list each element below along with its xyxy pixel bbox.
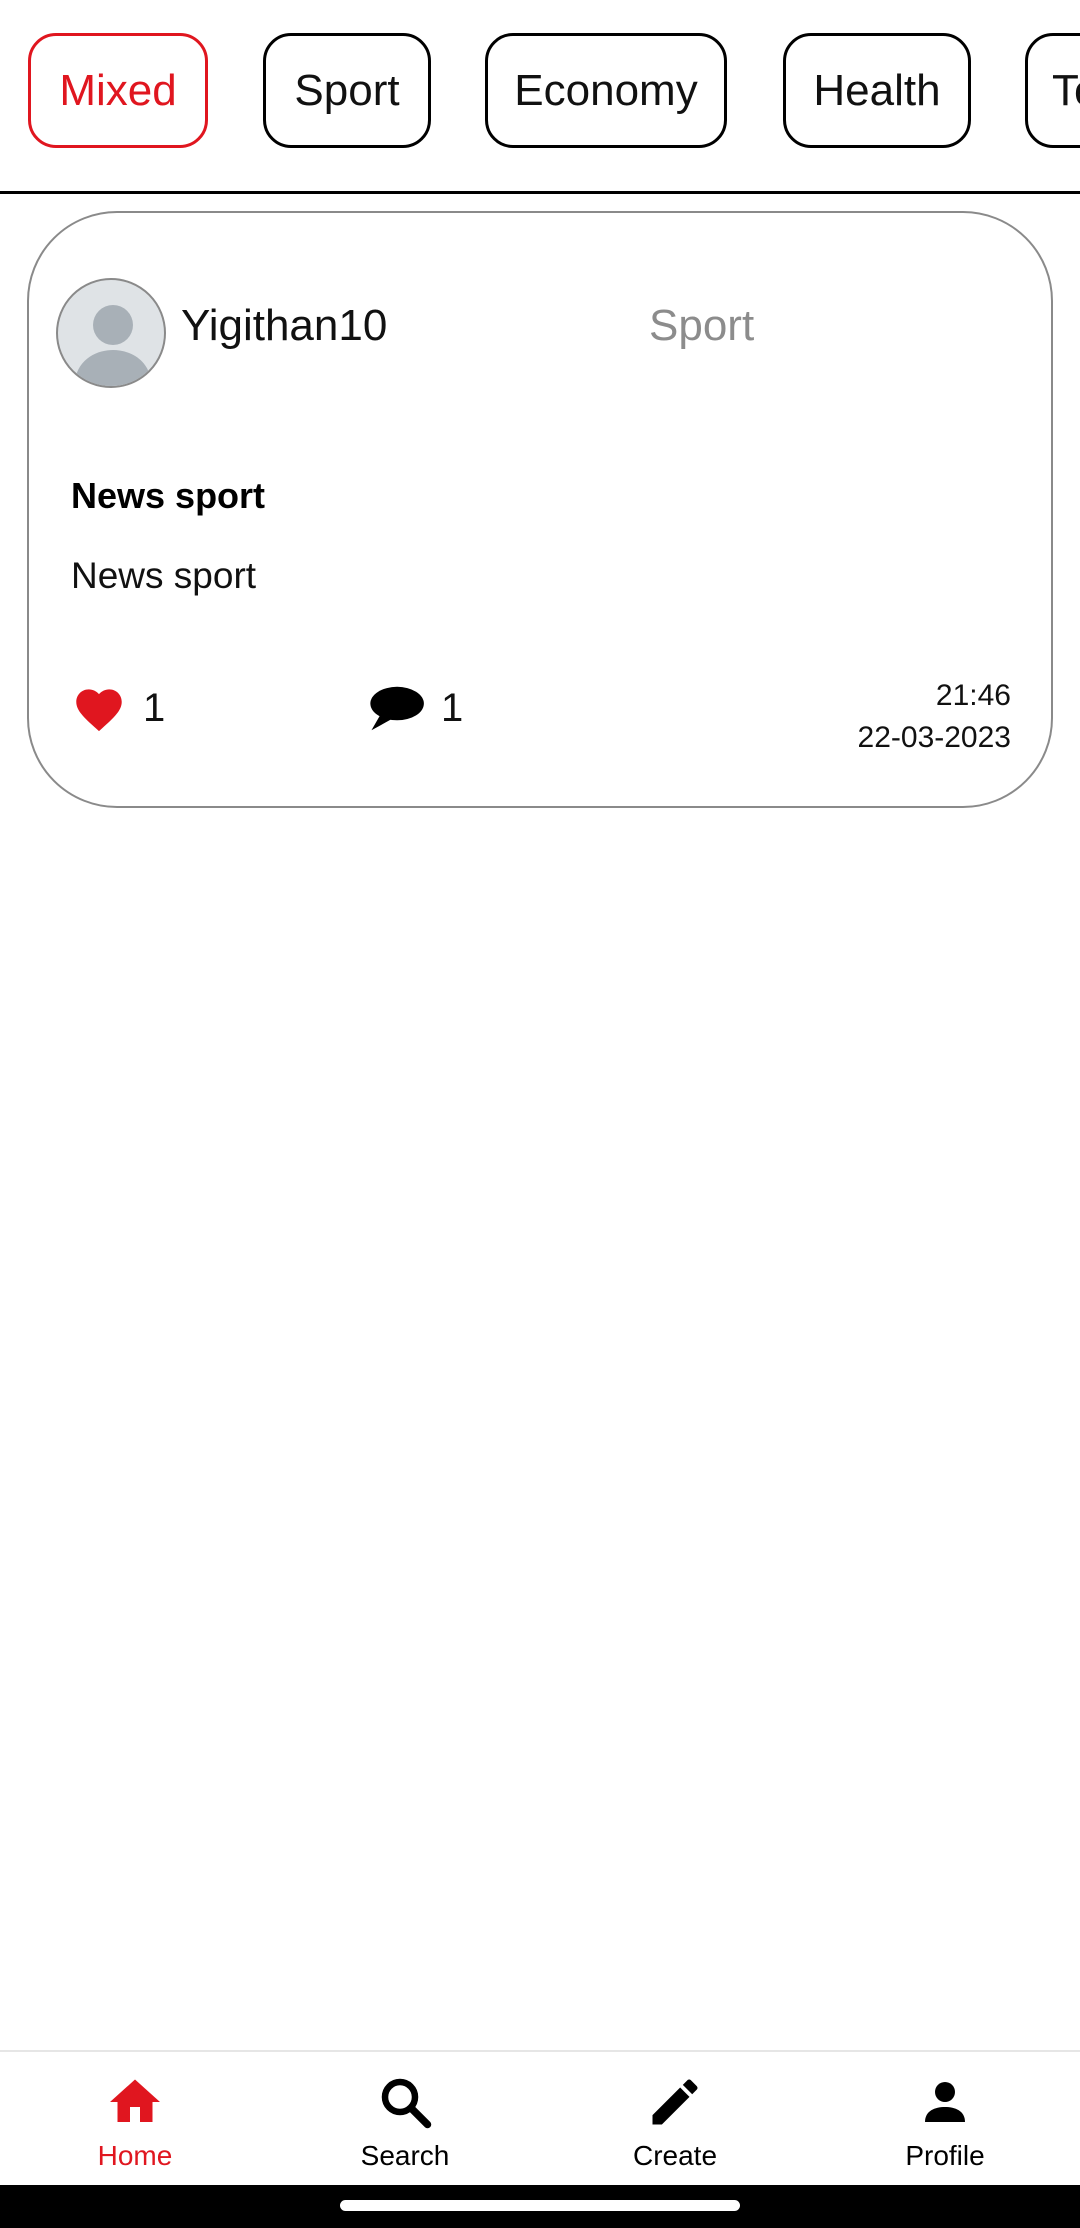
nav-item-create[interactable]: Create [540, 2052, 810, 2187]
nav-label-create: Create [632, 2140, 718, 2171]
nav-item-home[interactable]: Home [0, 2052, 270, 2187]
person-icon [925, 2082, 965, 2122]
like-button[interactable]: 1 [71, 683, 165, 733]
post-category: Sport [649, 301, 755, 350]
category-chip-mixed[interactable]: Mixed [28, 33, 208, 148]
nav-label-search: Search [360, 2140, 450, 2171]
post-card[interactable]: Yigithan10 Sport News sport News sport 1… [27, 211, 1053, 808]
post-body: News sport [71, 555, 257, 596]
pencil-icon [652, 2079, 698, 2125]
nav-item-profile[interactable]: Profile [810, 2052, 1080, 2187]
category-chip-sport[interactable]: Sport [263, 33, 431, 148]
avatar[interactable] [56, 278, 166, 388]
category-chip-partial[interactable]: Te [1025, 33, 1080, 148]
comment-button[interactable]: 1 [367, 683, 463, 733]
heart-icon [76, 689, 122, 732]
search-icon [381, 2078, 432, 2129]
bottom-navigation: Home Search Create Profile [0, 2050, 1080, 2187]
post-timestamp: 21:46 22-03-2023 [858, 675, 1011, 759]
post-time: 21:46 [935, 679, 1011, 712]
category-chip-economy[interactable]: Economy [485, 33, 727, 148]
home-gesture-handle[interactable] [340, 2200, 740, 2211]
post-author[interactable]: Yigithan10 [181, 301, 387, 351]
nav-label-profile: Profile [905, 2140, 985, 2171]
category-tabs: Mixed Sport Economy Health Te [0, 0, 1080, 194]
system-navigation-bar [0, 2185, 1080, 2228]
like-count: 1 [143, 685, 166, 730]
post-title: News sport [71, 475, 266, 516]
comment-count: 1 [441, 685, 464, 730]
post-date: 22-03-2023 [857, 721, 1011, 754]
category-chip-health[interactable]: Health [783, 33, 971, 148]
speech-bubble-icon [370, 686, 424, 731]
nav-label-home: Home [97, 2140, 173, 2171]
nav-item-search[interactable]: Search [270, 2052, 540, 2187]
home-icon [110, 2079, 160, 2122]
default-user-avatar-icon [74, 305, 152, 386]
